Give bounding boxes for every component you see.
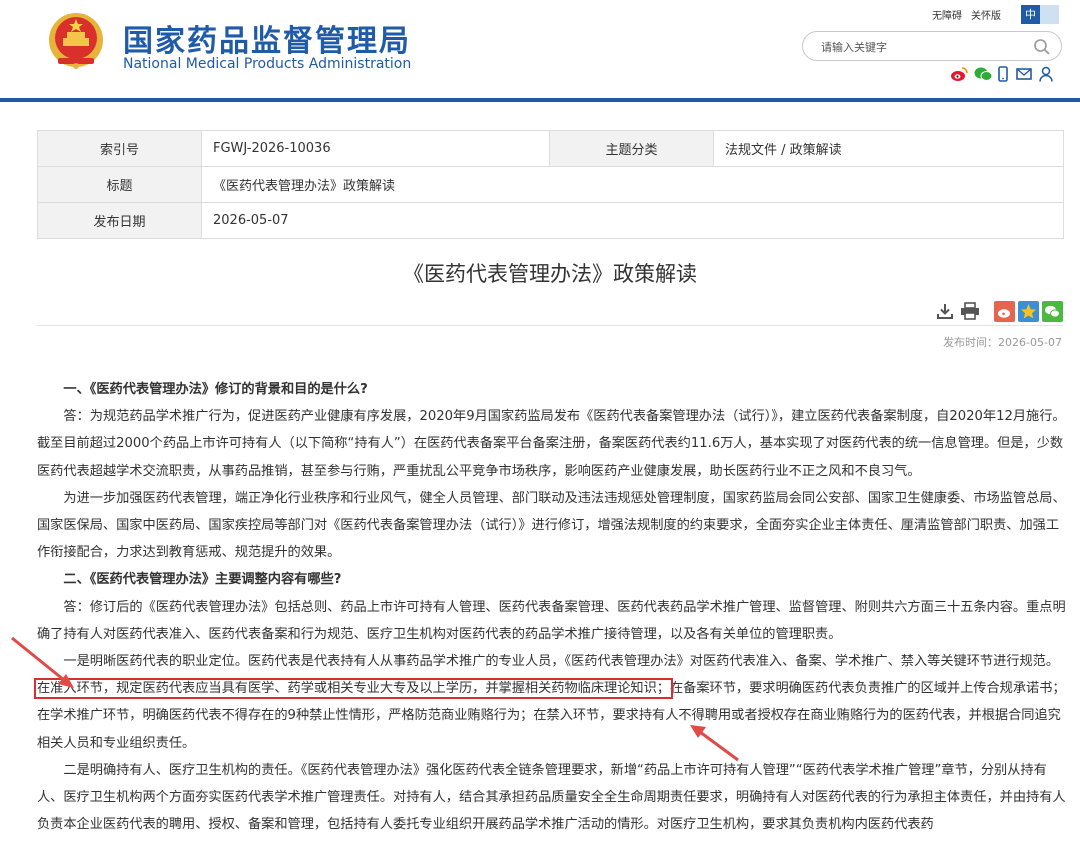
paragraph: 二是明确持有人、医疗卫生机构的责任。《医药代表管理办法》强化医药代表全链条管理要… bbox=[37, 762, 1066, 833]
index-value: FGWJ-2026-10036 bbox=[201, 130, 550, 167]
document-info-table: 索引号 FGWJ-2026-10036 主题分类 法规文件 / 政策解读 标题 … bbox=[37, 130, 1064, 239]
publish-time: 发布时间：2026-05-07 bbox=[943, 336, 1062, 349]
mobile-icon[interactable] bbox=[998, 66, 1008, 86]
date-label: 发布日期 bbox=[37, 202, 202, 239]
accessibility-link[interactable]: 无障碍 bbox=[932, 11, 962, 22]
site-name-en: National Medical Products Administration bbox=[123, 56, 412, 72]
share-wechat-icon[interactable] bbox=[1042, 301, 1063, 326]
wechat-icon[interactable] bbox=[974, 66, 993, 86]
date-value: 2026-05-07 bbox=[201, 202, 1064, 239]
table-row: 发布日期 2026-05-07 bbox=[37, 202, 1064, 239]
search-box bbox=[802, 31, 1062, 61]
title-value: 《医药代表管理办法》政策解读 bbox=[201, 166, 1064, 203]
index-label: 索引号 bbox=[37, 130, 202, 167]
article-title: 《医药代表管理办法》政策解读 bbox=[403, 262, 697, 286]
user-icon[interactable] bbox=[1039, 66, 1053, 86]
title-label: 标题 bbox=[37, 166, 202, 203]
category-label: 主题分类 bbox=[549, 130, 714, 167]
top-links: 无障碍 关怀版 bbox=[932, 7, 1010, 22]
header-divider bbox=[0, 98, 1080, 102]
weibo-icon[interactable] bbox=[950, 66, 968, 86]
search-input[interactable] bbox=[819, 37, 1023, 57]
paragraph: 一是明晰医药代表的职业定位。医药代表是代表持有人从事药品学术推广的专业人员，《医… bbox=[34, 648, 1067, 757]
paragraph: 为进一步加强医药代表管理，端正净化行业秩序和行业风气，健全人员管理、部门联动及违… bbox=[37, 490, 1066, 561]
section-heading-2: 二、《医药代表管理办法》主要调整内容有哪些? bbox=[63, 572, 342, 588]
article-body: 一、《医药代表管理办法》修订的背景和目的是什么? 答：为规范药品学术推广行为，促… bbox=[34, 376, 1067, 838]
annotation-arrow-left bbox=[11, 636, 74, 688]
lang-zh-button[interactable]: 中 bbox=[1021, 5, 1040, 24]
paragraph: 答：为规范药品学术推广行为，促进医药产业健康有序发展，2020年9月国家药监局发… bbox=[37, 409, 1066, 479]
table-row: 索引号 FGWJ-2026-10036 主题分类 法规文件 / 政策解读 bbox=[37, 130, 1064, 167]
search-icon[interactable] bbox=[1033, 38, 1051, 56]
section-heading-1: 一、《医药代表管理办法》修订的背景和目的是什么? bbox=[63, 382, 368, 397]
mail-icon[interactable] bbox=[1016, 66, 1032, 86]
site-header: 国家药品监督管理局 National Medical Products Admi… bbox=[0, 0, 1080, 100]
annotation-arrow-right bbox=[690, 725, 739, 762]
category-value: 法规文件 / 政策解读 bbox=[713, 130, 1064, 167]
share-weibo-icon[interactable] bbox=[994, 301, 1015, 326]
share-qzone-icon[interactable] bbox=[1018, 301, 1039, 326]
title-divider bbox=[37, 325, 1063, 326]
download-icon[interactable] bbox=[936, 302, 954, 324]
paragraph-text: 一是明晰医药代表的职业定位。医药代表是代表持有人从事药品学术推广的专业人员，《医… bbox=[63, 654, 1060, 670]
national-emblem-logo bbox=[49, 13, 103, 69]
print-icon[interactable] bbox=[960, 302, 980, 324]
paragraph: 答：修订后的《医药代表管理办法》包括总则、药品上市许可持有人管理、医药代表备案管… bbox=[37, 599, 1066, 642]
care-mode-link[interactable]: 关怀版 bbox=[971, 11, 1001, 22]
site-name-cn: 国家药品监督管理局 bbox=[123, 24, 411, 59]
highlighted-sentence: 在准入环节，规定医药代表应当具有医学、药学或相关专业大专及以上学历，并掌握相关药… bbox=[34, 678, 673, 700]
lang-en-button[interactable] bbox=[1040, 5, 1059, 24]
table-row: 标题 《医药代表管理办法》政策解读 bbox=[37, 166, 1064, 203]
